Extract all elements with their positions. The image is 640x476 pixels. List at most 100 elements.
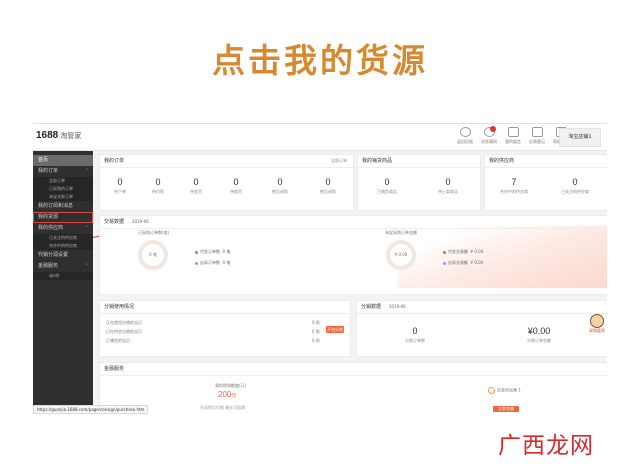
info-incomplete-label: 信息待完善 1 (497, 387, 521, 393)
legend-item: 自采交易额 ¥ 0.00 (443, 260, 483, 266)
order-stat[interactable]: 0 待下单 (100, 177, 140, 195)
sidebar-item-label: 我的供应商 (38, 225, 64, 231)
stat-label: 待收货 (230, 189, 242, 194)
card-title: 我的订单 (104, 158, 125, 164)
stat-label: 待付款 (152, 189, 164, 194)
sidebar-subitem-credit[interactable]: 诚e赊 (33, 272, 93, 280)
period-select[interactable]: 2019-06 (132, 219, 149, 224)
card-title: 交易数据 (104, 219, 125, 225)
credit-value: 200 (218, 390, 232, 399)
legend-label: 自采交易额 (448, 260, 468, 265)
orders-donut: 0 笔 (138, 240, 168, 270)
distribution-stat[interactable]: ¥0.00 分销订单金额 (519, 326, 559, 344)
legend-value: ¥ 0.00 (470, 249, 484, 254)
stat-value: 0 (277, 177, 283, 187)
all-orders-link[interactable]: 全部订单 (331, 158, 347, 164)
stat-value: 0 (155, 177, 161, 187)
orders-card: 我的订单 全部订单 0 待下单 0 待付款 0 待发货 0 待收货 0 售后退款 0 售后退款 (99, 154, 354, 211)
app-logo[interactable]: 1688 淘管家 (36, 130, 81, 141)
credit-amount: 200元 (218, 390, 236, 399)
product-stat[interactable]: 0 已铺货商品 (367, 177, 407, 195)
supplier-stat[interactable]: 7 合作中的供应商 (494, 177, 534, 195)
suppliers-header: 我的供应商 (485, 155, 607, 168)
order-stat[interactable]: 0 待收货 (216, 177, 256, 195)
stat-value: 0 (325, 177, 331, 187)
legend-value: 0 笔 (222, 260, 231, 265)
chevron-up-icon: ⌃ (84, 168, 89, 174)
stat-value: 0 (193, 177, 199, 187)
info-check-icon (488, 387, 495, 394)
card-title: 分销数据 (361, 304, 382, 310)
stat-label: 已关注的供应商 (561, 189, 589, 194)
credit-unit: 元 (231, 393, 237, 399)
legend-dot (443, 261, 446, 265)
credit-label: 我的赊购额度(元) (215, 383, 247, 388)
message-badge (490, 126, 496, 132)
watermark: 广西龙网 (498, 433, 594, 459)
legend-item: 自采订单数 0 笔 (195, 260, 230, 266)
usage-row-label: 正在使用分销的宝贝 (106, 320, 142, 325)
sidebar-subitem-followed-suppliers[interactable]: 已关注的供应商 (33, 234, 93, 242)
chevron-up-icon: ⌃ (84, 263, 89, 269)
stat-value: 0 (445, 177, 451, 187)
product-stat[interactable]: 0 待上架商品 (428, 177, 468, 195)
user-menu[interactable]: 淘宝店铺1 (559, 128, 601, 147)
distribution-header: 分销数据 2019-06 (357, 301, 607, 314)
usage-row-label: 已在供货分销的宝贝 (106, 329, 142, 334)
complete-info-button[interactable]: 立即完善 (493, 406, 519, 412)
stat-label: 分销订单金额 (527, 338, 551, 343)
legend-dot (443, 250, 446, 254)
stat-label: 合作中的供应商 (500, 189, 528, 194)
usage-row-label: 已铺货的宝贝 (106, 338, 130, 343)
screenshot-frame: 1688淘管家 返回旧版 消息通知 我的留言 反馈意见 帮助中心 淘宝店铺1 首… (33, 123, 607, 414)
order-stat[interactable]: 0 售后退款 (260, 177, 300, 195)
top-bar: 1688淘管家 返回旧版 消息通知 我的留言 反馈意见 帮助中心 淘宝店铺1 (33, 124, 607, 151)
stat-label: 待下单 (114, 189, 126, 194)
mail-button[interactable]: 我的留言 (501, 127, 525, 145)
sidebar-item-label: 金融服务 (38, 263, 59, 269)
legend-dot (195, 261, 198, 265)
floating-assistant[interactable]: 采购管家 (589, 314, 605, 334)
order-stat[interactable]: 0 待付款 (138, 177, 178, 195)
order-stat[interactable]: 0 售后退款 (308, 177, 348, 195)
stat-value: 0 (117, 177, 123, 187)
mail-icon (507, 127, 519, 137)
sidebar: 首页 我的订单 ⌃ 全部订单 已采购的订单 淘宝关联订单 我的订阅和消息 我的货源… (33, 151, 93, 414)
message-button[interactable]: 消息通知 (477, 126, 501, 145)
sidebar-item-my-sources[interactable]: 我的货源 (33, 212, 93, 223)
sidebar-item-home[interactable]: 首页 (33, 155, 93, 166)
usage-card: 分销使用情况 正在使用分销的宝贝 0 款 已在供货分销的宝贝 0 款 已铺货的宝… (99, 300, 351, 357)
sidebar-item-finance[interactable]: 金融服务 ⌃ (33, 261, 93, 272)
info-incomplete: 信息待完善 1 (488, 387, 521, 394)
enable-distribution-button[interactable]: 开启分销 (326, 326, 344, 333)
sidebar-item-label: 我的订单 (38, 168, 59, 174)
sidebar-subitem-taobao-orders[interactable]: 淘宝关联订单 (33, 193, 93, 201)
sidebar-item-orders[interactable]: 我的订单 ⌃ (33, 166, 93, 177)
assistant-avatar-icon (590, 314, 604, 328)
legend-label: 自采订单数 (200, 260, 220, 265)
sidebar-subitem-partner-suppliers[interactable]: 合作中的供应商 (33, 242, 93, 250)
assistant-label: 采购管家 (589, 328, 605, 333)
distribution-stat[interactable]: 0 分销订单数 (395, 326, 435, 344)
chevron-up-icon: ⌃ (84, 225, 89, 231)
sidebar-item-subscriptions[interactable]: 我的订阅和消息 (33, 201, 93, 212)
suppliers-card: 我的供应商 7 合作中的供应商 0 已关注的供应商 (484, 154, 607, 211)
period-select[interactable]: 2019-06 (389, 304, 406, 309)
finance-header: 金融服务 (100, 363, 607, 376)
products-card: 我的铺货商品 0 已铺货商品 0 待上架商品 (357, 154, 481, 211)
usage-row-value: 0 款 (312, 320, 320, 325)
legend-value: 0 笔 (222, 249, 231, 254)
sidebar-item-profit-settings[interactable]: 代销分润设置 (33, 250, 93, 261)
usage-row-value: 0 款 (312, 338, 320, 343)
legend-value: ¥ 0.00 (470, 260, 484, 265)
feedback-button[interactable]: 反馈意见 (525, 127, 549, 145)
order-stat[interactable]: 0 待发货 (176, 177, 216, 195)
orders-header: 我的订单 全部订单 (100, 155, 353, 168)
sidebar-item-suppliers[interactable]: 我的供应商 ⌃ (33, 223, 93, 234)
stat-value: 0 (384, 177, 390, 187)
sidebar-subitem-all-orders[interactable]: 全部订单 (33, 177, 93, 185)
sidebar-subitem-purchased-orders[interactable]: 已采购的订单 (33, 185, 93, 193)
return-button[interactable]: 返回旧版 (453, 127, 477, 145)
supplier-stat[interactable]: 0 已关注的供应商 (555, 177, 595, 195)
finance-card: 金融服务 我的赊购额度(元) 200元 先采购后付款 最长可延期 信息待完善 1… (99, 362, 607, 414)
